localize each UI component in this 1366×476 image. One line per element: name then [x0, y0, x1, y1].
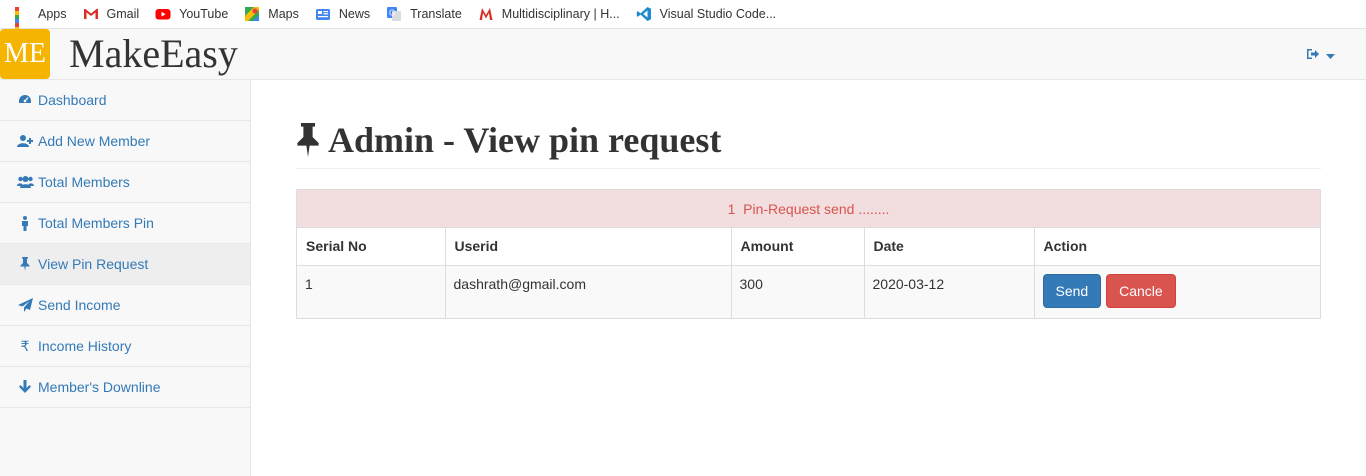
pin-request-alert: 1 Pin-Request send ........ [297, 190, 1320, 228]
user-plus-icon [16, 134, 34, 148]
sidebar-item-total-members[interactable]: Total Members [0, 162, 250, 203]
gmail-icon [83, 6, 99, 22]
brand-name[interactable]: MakeEasy [69, 31, 238, 77]
sidebar-item-total-members-pin[interactable]: Total Members Pin [0, 203, 250, 244]
cancel-button[interactable]: Cancle [1106, 273, 1176, 308]
bookmark-label: Apps [38, 7, 67, 21]
sidebar: Dashboard Add New Member Total Members T… [0, 80, 251, 476]
page-title: Admin - View pin request [328, 120, 722, 160]
bookmark-label: News [338, 7, 371, 21]
column-header-date: Date [864, 228, 1035, 266]
column-header-amount: Amount [731, 228, 865, 266]
bookmarks-bar: Apps Gmail YouTube Maps News G Translate [0, 0, 1366, 43]
thumbtack-icon [296, 123, 320, 160]
column-header-action: Action [1034, 228, 1320, 266]
table-row: 1 dashrath@gmail.com 300 2020-03-12 Send… [297, 265, 1320, 318]
bookmark-label: Translate [410, 7, 462, 21]
sidebar-item-label: View Pin Request [38, 256, 149, 272]
sidebar-item-label: Add New Member [38, 133, 151, 149]
caret-down-icon [1326, 47, 1335, 63]
user-menu-dropdown[interactable] [1306, 47, 1335, 63]
column-header-userid: Userid [445, 228, 732, 266]
translate-icon: G [386, 6, 402, 22]
person-icon [16, 215, 34, 231]
bookmark-label: Gmail [106, 7, 140, 21]
bookmark-label: Maps [268, 7, 299, 21]
bookmark-news[interactable]: News [315, 6, 370, 22]
sidebar-item-label: Send Income [38, 297, 121, 313]
sign-out-icon [1306, 47, 1320, 63]
bookmark-label: YouTube [179, 7, 229, 21]
cell-action: Send Cancle [1034, 265, 1320, 318]
vscode-icon [636, 6, 652, 22]
dashboard-icon [16, 93, 34, 107]
maps-icon [244, 6, 260, 22]
pin-request-table: Serial No Userid Amount Date Action 1 da… [297, 228, 1320, 318]
pin-request-table-panel: 1 Pin-Request send ........ Serial No Us… [296, 189, 1321, 319]
column-header-serial-no: Serial No [297, 228, 446, 266]
bookmark-label: Multidisciplinary | H... [501, 7, 620, 21]
cell-amount: 300 [731, 265, 865, 318]
cell-date: 2020-03-12 [864, 265, 1035, 318]
bookmark-youtube[interactable]: YouTube [155, 6, 228, 22]
sidebar-item-label: Member's Downline [38, 379, 161, 395]
svg-text:G: G [389, 9, 395, 18]
users-icon [16, 175, 34, 189]
bookmark-label: Visual Studio Code... [659, 7, 777, 21]
youtube-icon [155, 6, 171, 22]
sidebar-item-income-history[interactable]: ₹ Income History [0, 326, 250, 367]
sidebar-item-label: Income History [38, 338, 132, 354]
apps-grid-icon [14, 6, 30, 43]
cell-serial-no: 1 [297, 265, 446, 318]
top-navbar: ME MakeEasy [0, 29, 1366, 80]
page-header: Admin - View pin request [296, 118, 1321, 169]
send-button[interactable]: Send [1042, 273, 1102, 308]
bookmark-gmail[interactable]: Gmail [83, 6, 140, 22]
paper-plane-icon [16, 298, 34, 312]
bookmark-translate[interactable]: G Translate [386, 6, 462, 22]
bookmark-multidisciplinary[interactable]: Multidisciplinary | H... [478, 6, 620, 22]
rupee-icon: ₹ [20, 337, 30, 354]
logo[interactable]: ME [0, 29, 50, 79]
table-header-row: Serial No Userid Amount Date Action [297, 228, 1320, 266]
bookmark-maps[interactable]: Maps [244, 6, 299, 22]
sidebar-item-label: Total Members [38, 174, 130, 190]
sidebar-item-view-pin-request[interactable]: View Pin Request [0, 244, 250, 285]
news-icon [315, 6, 331, 22]
arrow-down-icon [16, 380, 34, 394]
main-content: Admin - View pin request 1 Pin-Request s… [251, 80, 1366, 476]
sidebar-item-dashboard[interactable]: Dashboard [0, 80, 250, 121]
bookmark-apps[interactable]: Apps [14, 6, 67, 43]
sidebar-item-label: Dashboard [38, 92, 107, 108]
bookmark-vscode[interactable]: Visual Studio Code... [636, 6, 777, 22]
sidebar-item-members-downline[interactable]: Member's Downline [0, 367, 250, 408]
sidebar-item-send-income[interactable]: Send Income [0, 285, 250, 326]
sidebar-item-add-new-member[interactable]: Add New Member [0, 121, 250, 162]
thumbtack-icon [16, 257, 34, 271]
sidebar-item-label: Total Members Pin [38, 215, 154, 231]
m-icon [478, 6, 494, 22]
cell-userid: dashrath@gmail.com [445, 265, 732, 318]
